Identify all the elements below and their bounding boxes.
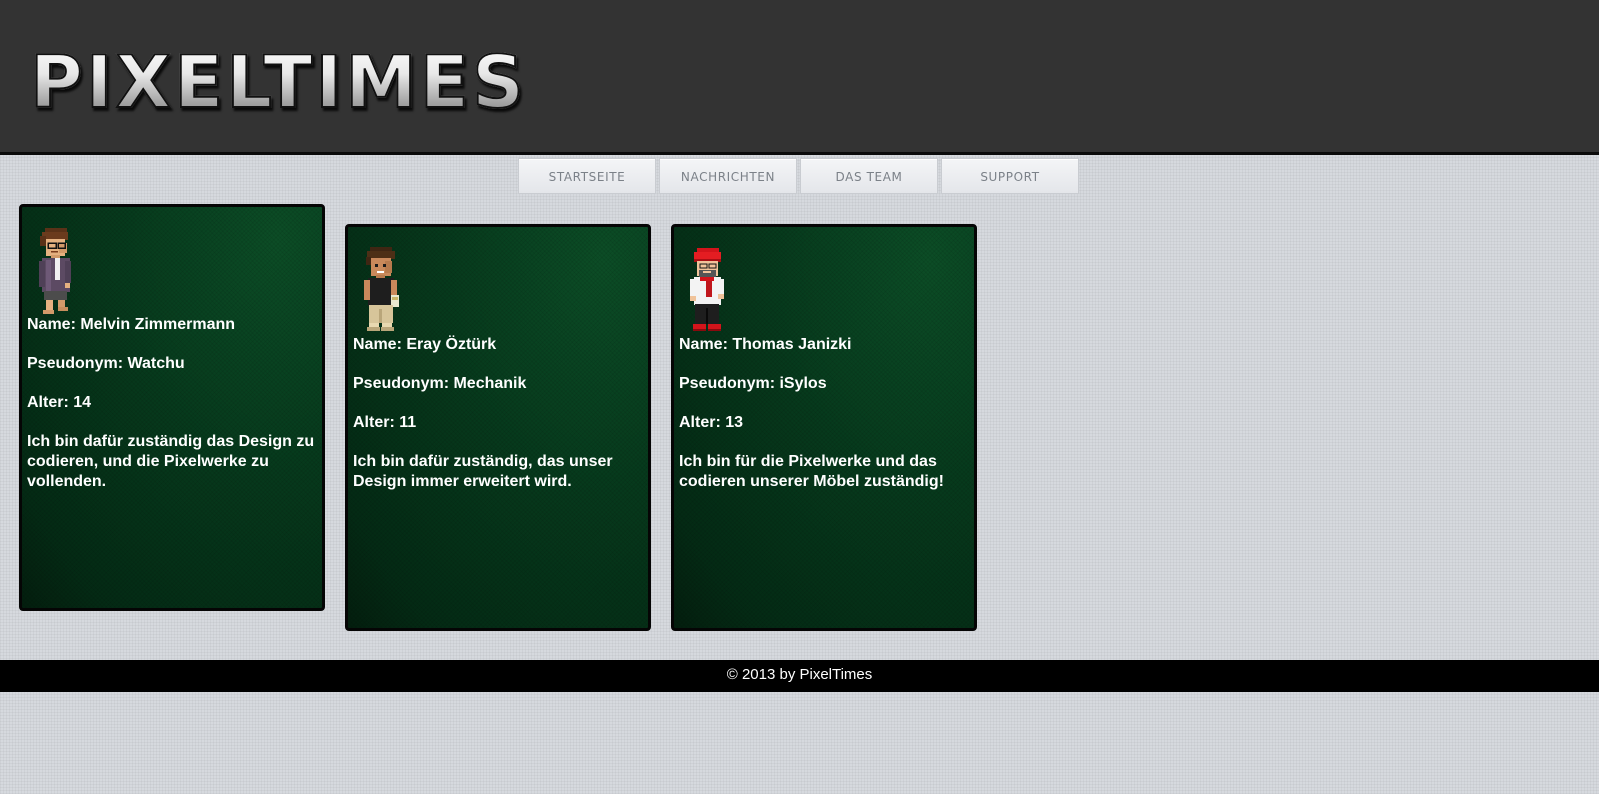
team-card-mechanik: Name: Eray Öztürk Pseudonym: Mechanik Al… xyxy=(345,224,651,631)
member-description: Ich bin dafür zuständig, das unser Desig… xyxy=(353,453,613,490)
copyright-text: © 2013 by PixelTimes xyxy=(726,666,873,683)
member-age: Alter: 11 xyxy=(353,414,417,431)
nav-nachrichten[interactable]: NACHRICHTEN xyxy=(659,158,797,194)
member-name: Name: Thomas Janizki xyxy=(679,336,852,353)
avatar-watchu-icon xyxy=(39,228,71,314)
member-age: Alter: 13 xyxy=(679,414,744,431)
member-pseudonym: Pseudonym: Watchu xyxy=(27,355,185,372)
member-age: Alter: 14 xyxy=(27,394,92,411)
avatar-isylos-icon xyxy=(690,248,724,331)
member-pseudonym: Pseudonym: Mechanik xyxy=(353,375,527,392)
main-nav: STARTSEITE NACHRICHTEN DAS TEAM SUPPORT xyxy=(518,158,1082,194)
member-description: Ich bin für die Pixelwerke und das codie… xyxy=(679,453,944,490)
avatar-mechanik-icon xyxy=(364,247,399,331)
member-description: Ich bin dafür zuständig das Design zu co… xyxy=(27,433,315,490)
member-pseudonym: Pseudonym: iSylos xyxy=(679,375,827,392)
nav-startseite[interactable]: STARTSEITE xyxy=(518,158,656,194)
nav-support[interactable]: SUPPORT xyxy=(941,158,1079,194)
team-card-watchu: Name: Melvin Zimmermann Pseudonym: Watch… xyxy=(19,204,325,611)
member-name: Name: Melvin Zimmermann xyxy=(27,316,236,333)
team-card-isylos: Name: Thomas Janizki Pseudonym: iSylos A… xyxy=(671,224,977,631)
site-logo[interactable]: PIXELTIMES xyxy=(29,39,527,125)
nav-das-team[interactable]: DAS TEAM xyxy=(800,158,938,194)
site-footer: © 2013 by PixelTimes xyxy=(0,660,1599,692)
member-name: Name: Eray Öztürk xyxy=(353,336,497,353)
site-header: PIXELTIMES xyxy=(0,0,1599,155)
